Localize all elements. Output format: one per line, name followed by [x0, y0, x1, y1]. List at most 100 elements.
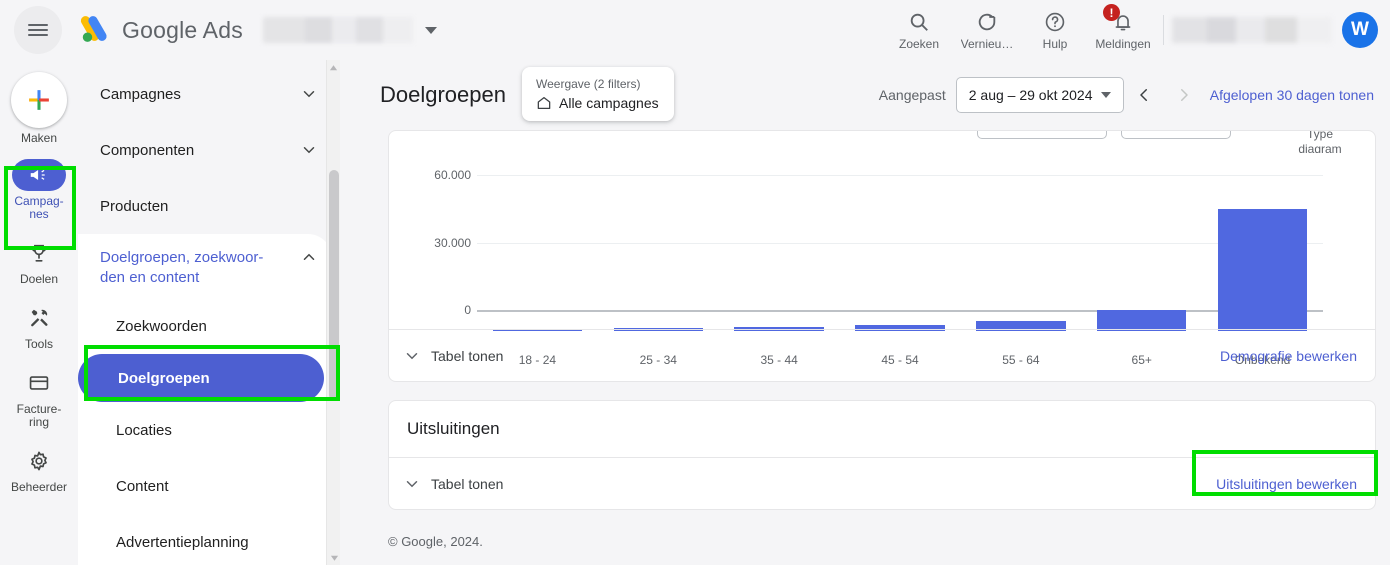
nav-item-zoekwoorden-label: Zoekwoorden [116, 317, 207, 335]
page-header: Doelgroepen Weergave (2 filters) Alle ca… [340, 60, 1390, 130]
sidebar-item-tools[interactable]: Tools [2, 302, 76, 351]
y-tick-30000: 30.000 [434, 236, 471, 250]
home-icon [536, 95, 552, 111]
top-app-bar: Google Ads Zoeken Vernieu… Hulp ! Meldin… [0, 0, 1390, 60]
date-range-value: 2 aug – 29 okt 2024 [968, 87, 1093, 103]
nav-item-campagnes[interactable]: Campagnes [78, 66, 340, 122]
edit-demographics-link[interactable]: Demografie bewerken [1220, 348, 1357, 364]
nav-item-locaties-label: Locaties [116, 421, 172, 439]
avatar[interactable]: W [1342, 12, 1378, 48]
plus-icon [11, 72, 67, 128]
page-title: Doelgroepen [380, 82, 506, 107]
show-table-toggle-demographics[interactable]: Tabel tonen [403, 347, 503, 365]
nav-item-zoekwoorden[interactable]: Zoekwoorden [78, 298, 332, 354]
refresh-label: Vernieu… [960, 37, 1014, 51]
nav-scrollbar-thumb[interactable] [329, 170, 339, 400]
bar-onbekend[interactable] [1217, 209, 1308, 331]
nav-item-content-label: Content [116, 477, 169, 495]
help-label: Hulp [1042, 37, 1068, 51]
scroll-up-arrow-icon[interactable] [327, 60, 340, 74]
help-icon [1044, 9, 1066, 35]
bar-65plus[interactable] [1097, 310, 1187, 331]
hamburger-icon[interactable] [14, 6, 62, 54]
notification-badge: ! [1103, 4, 1120, 21]
show-table-toggle-exclusions[interactable]: Tabel tonen [403, 475, 503, 493]
credit-card-icon [12, 367, 66, 399]
chart-dimension-select-clipped[interactable] [1121, 131, 1231, 139]
bar-group[interactable] [960, 174, 1081, 331]
edit-exclusions-link[interactable]: Uitsluitingen bewerken [1216, 476, 1357, 492]
refresh-button[interactable]: Vernieu… [953, 9, 1021, 51]
help-button[interactable]: Hulp [1021, 9, 1089, 51]
date-range-select[interactable]: 2 aug – 29 okt 2024 [955, 77, 1124, 113]
exclusions-title: Uitsluitingen [407, 419, 500, 438]
gear-icon [12, 445, 66, 477]
prev-period-button[interactable] [1124, 75, 1164, 115]
nav-item-producten[interactable]: Producten [78, 178, 340, 234]
scroll-down-arrow-icon[interactable] [327, 551, 340, 565]
create-button[interactable]: Maken [2, 72, 76, 145]
user-email-redacted [1172, 17, 1332, 43]
nav-item-componenten[interactable]: Componenten [78, 122, 340, 178]
nav-item-advertentieplanning[interactable]: Advertentieplanning [78, 514, 332, 565]
nav-item-producten-label: Producten [100, 197, 169, 215]
bar-group[interactable] [840, 174, 961, 331]
sidebar-item-billing[interactable]: Facture-ring [2, 367, 76, 429]
sidebar-item-goals-label: Doelen [19, 272, 59, 286]
bar-group[interactable] [1081, 174, 1202, 331]
chevron-down-icon[interactable] [424, 26, 437, 34]
show-table-label: Tabel tonen [431, 347, 504, 364]
google-ads-logo-icon [78, 13, 112, 47]
bar-group[interactable] [598, 174, 719, 331]
sidebar-item-tools-label: Tools [24, 337, 53, 351]
sidebar-item-admin[interactable]: Beheerder [2, 445, 76, 494]
y-tick-0: 0 [464, 303, 471, 317]
view-filter-chip[interactable]: Weergave (2 filters) Alle campagnes [522, 67, 674, 121]
bar-group[interactable] [719, 174, 840, 331]
nav-scroll-area: Campagnes Componenten Producten Doelgroe… [78, 60, 340, 565]
chevron-down-icon[interactable] [300, 141, 318, 159]
next-period-button[interactable] [1164, 75, 1204, 115]
sidebar-item-billing-label: Facture-ring [16, 402, 62, 429]
search-icon [908, 9, 930, 35]
sidebar-item-goals[interactable]: Doelen [2, 237, 76, 286]
nav-group-audiences-header[interactable]: Doelgroepen, zoekwoor-den en content [78, 234, 332, 298]
show-table-label: Tabel tonen [431, 475, 504, 492]
y-tick-60000: 60.000 [434, 168, 471, 182]
demographics-chart-card: Type diagram 60.000 30.000 0 18 - 24 25 … [388, 130, 1376, 382]
divider [1163, 15, 1164, 45]
chevron-down-icon[interactable] [300, 85, 318, 103]
account-name-redacted [262, 17, 413, 43]
nav-item-doelgroepen[interactable]: Doelgroepen [78, 354, 324, 402]
refresh-icon [976, 9, 998, 35]
sidebar-item-campaigns-label: Campag-nes [14, 194, 64, 221]
bar-group[interactable] [1202, 174, 1323, 331]
chevron-up-icon[interactable] [300, 248, 318, 266]
sidebar-item-admin-label: Beheerder [10, 480, 68, 494]
search-button[interactable]: Zoeken [885, 9, 953, 51]
nav-item-locaties[interactable]: Locaties [78, 402, 332, 458]
age-distribution-chart: 60.000 30.000 0 18 - 24 25 - 34 35 - 44 [389, 153, 1375, 367]
chart-bars [477, 174, 1323, 331]
exclusions-card-footer: Tabel tonen Uitsluitingen bewerken [389, 457, 1375, 509]
show-last-30-days-link[interactable]: Afgelopen 30 dagen tonen [1210, 87, 1374, 103]
nav-item-advertentieplanning-label: Advertentieplanning [116, 533, 249, 551]
nav-item-content[interactable]: Content [78, 458, 332, 514]
nav-group-audiences-label: Doelgroepen, zoekwoor-den en content [100, 249, 264, 286]
search-label: Zoeken [898, 37, 940, 51]
tools-icon [12, 302, 66, 334]
trophy-icon [12, 237, 66, 269]
chart-type-label: Type diagram [1298, 131, 1342, 153]
bar-group[interactable] [477, 174, 598, 331]
date-range-controls: Aangepast 2 aug – 29 okt 2024 Afgelopen … [879, 75, 1374, 115]
footer-copyright: © Google, 2024. [388, 534, 483, 549]
brand-title: Google Ads [122, 16, 243, 43]
chevron-down-icon [1100, 92, 1111, 98]
sidebar-item-campaigns[interactable]: Campag-nes [2, 159, 76, 221]
chart-metric-select-clipped[interactable] [977, 131, 1107, 139]
view-filter-value: Alle campagnes [559, 95, 659, 111]
nav-group-audiences: Doelgroepen, zoekwoor-den en content Zoe… [78, 234, 332, 565]
chart-controls-clipped: Type diagram [389, 131, 1375, 153]
nav-scrollbar[interactable] [326, 60, 340, 565]
notifications-button[interactable]: ! Meldingen [1089, 4, 1157, 51]
